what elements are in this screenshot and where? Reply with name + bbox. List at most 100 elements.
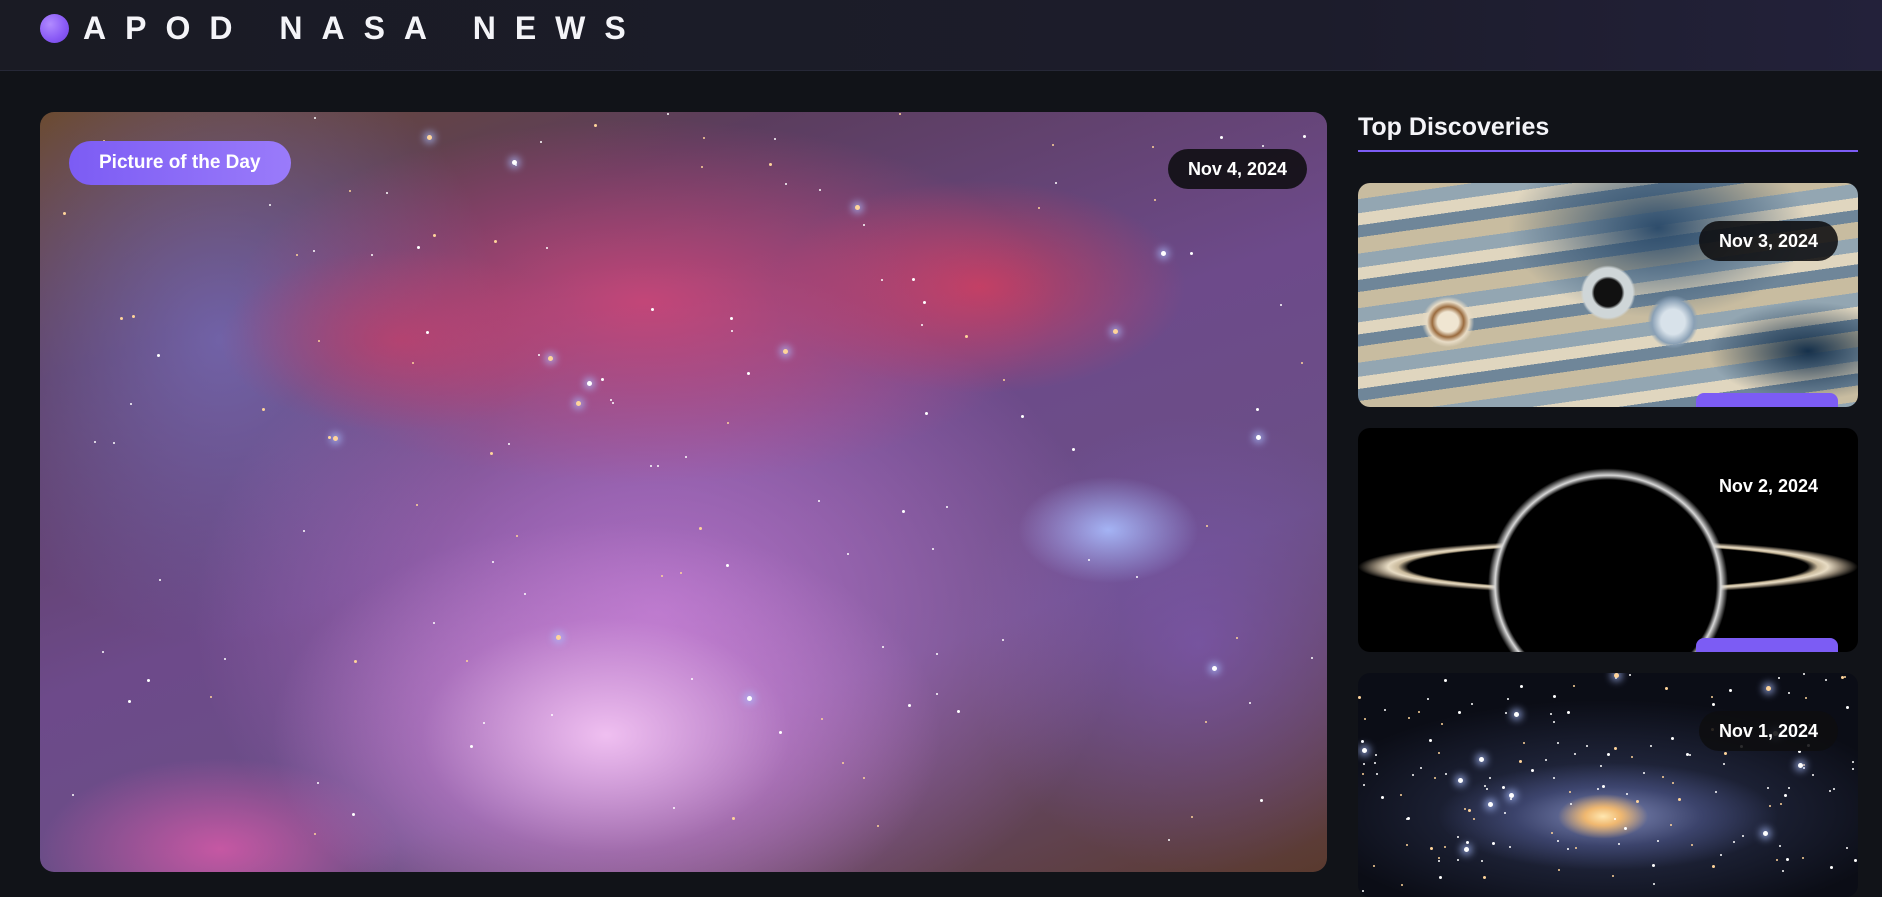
star [1715, 791, 1717, 793]
star [1812, 774, 1814, 776]
star [1191, 816, 1193, 818]
star [1602, 785, 1605, 788]
star [1553, 721, 1555, 723]
star [1520, 685, 1523, 688]
star [1519, 760, 1522, 763]
star [1852, 768, 1854, 770]
star [333, 436, 338, 441]
star [1558, 869, 1560, 871]
star [1445, 773, 1447, 775]
star [1376, 773, 1378, 775]
star [1003, 379, 1005, 381]
star [130, 403, 132, 405]
star [1767, 787, 1769, 789]
star [262, 408, 265, 411]
star [210, 696, 212, 698]
star [352, 813, 355, 816]
star [1624, 827, 1627, 830]
star [1412, 774, 1414, 776]
card-read-more-tab[interactable] [1696, 393, 1838, 407]
star [1574, 753, 1576, 755]
star [318, 340, 320, 342]
star [1464, 808, 1466, 810]
star [433, 234, 436, 237]
star [1260, 799, 1263, 802]
star [610, 399, 612, 401]
star [1363, 784, 1365, 786]
star [651, 308, 654, 311]
star [1557, 742, 1559, 744]
featured-picture-card[interactable]: Picture of the Day Nov 4, 2024 [40, 112, 1327, 872]
star [881, 279, 883, 281]
star [494, 240, 497, 243]
site-brand[interactable]: APOD NASA NEWS [83, 8, 645, 48]
star [1653, 883, 1655, 885]
star [548, 356, 553, 361]
star [680, 572, 682, 574]
star [1434, 777, 1436, 779]
card-read-more-tab[interactable] [1696, 638, 1838, 652]
star [1686, 753, 1689, 756]
star [1514, 712, 1519, 717]
discovery-card-saturn[interactable]: Nov 2, 2024 [1358, 428, 1858, 652]
star [1607, 753, 1610, 756]
star [747, 696, 752, 701]
star [1557, 840, 1559, 842]
star [1631, 756, 1633, 758]
discovery-card-galaxy[interactable]: Nov 1, 2024 [1358, 673, 1858, 897]
star [1220, 136, 1223, 139]
star [1573, 685, 1575, 687]
star [925, 412, 928, 415]
star [120, 317, 123, 320]
star [1154, 199, 1156, 201]
star [587, 381, 592, 386]
star [540, 141, 542, 143]
star [936, 653, 938, 655]
star [1488, 802, 1493, 807]
star [1481, 860, 1483, 862]
star [1733, 841, 1735, 843]
star [371, 254, 373, 256]
star [1802, 857, 1804, 859]
star [936, 693, 938, 695]
star [769, 163, 772, 166]
star [1374, 762, 1376, 764]
star [863, 224, 865, 226]
logo-dot-icon[interactable] [40, 14, 69, 43]
star [1643, 772, 1645, 774]
star [1803, 767, 1805, 769]
star [1457, 859, 1459, 861]
star [1567, 848, 1569, 850]
star [551, 714, 553, 716]
star [427, 135, 432, 140]
star [1486, 788, 1488, 790]
star [1471, 703, 1473, 705]
star [1551, 832, 1553, 834]
star [1362, 890, 1364, 892]
star [1776, 859, 1778, 861]
star [1505, 712, 1507, 714]
star [1484, 785, 1486, 787]
star [1303, 135, 1306, 138]
star [1052, 144, 1054, 146]
star [612, 402, 614, 404]
star [863, 777, 865, 779]
star [132, 315, 135, 318]
star [426, 331, 429, 334]
star [1597, 788, 1599, 790]
star [946, 506, 948, 508]
star [783, 349, 788, 354]
star [1712, 703, 1715, 706]
star [1055, 182, 1057, 184]
discovery-card-jupiter[interactable]: Nov 3, 2024 [1358, 183, 1858, 407]
star [1249, 702, 1251, 704]
star [524, 593, 526, 595]
star [877, 825, 879, 827]
star [1671, 737, 1674, 740]
star [1650, 745, 1652, 747]
star [1803, 764, 1805, 766]
star [1418, 711, 1420, 713]
star [417, 246, 420, 249]
star [1852, 761, 1854, 763]
star [466, 660, 468, 662]
